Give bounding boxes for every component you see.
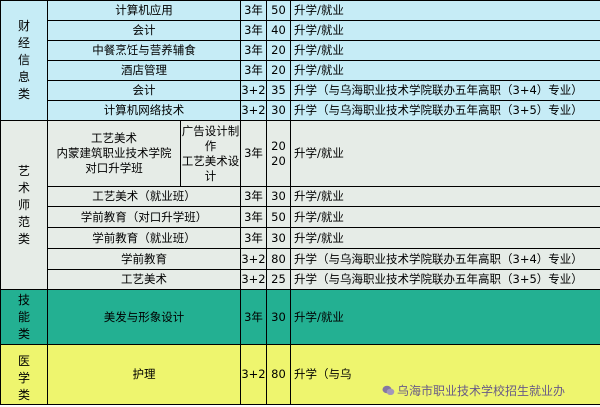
count-cell: 30 (266, 186, 291, 207)
count-cell: 35 (266, 80, 291, 101)
destination-cell: 升学/就业 (290, 0, 600, 21)
major-cell: 护理 (47, 344, 241, 405)
major-cell: 学前教育（对口升学班） (47, 206, 241, 228)
table-row: 工艺美术（就业班） 3年 30 升学/就业 (1, 186, 600, 207)
table-row: 酒店管理 3年 20 升学/就业 (1, 60, 600, 81)
major-cell: 工艺美术（就业班） (47, 186, 241, 207)
major-cell: 中餐烹饪与营养辅食 (47, 40, 241, 61)
count-cell: 50 (266, 0, 291, 21)
years-cell: 3年 (240, 186, 267, 207)
count-cell: 25 (266, 269, 291, 290)
years-cell: 3年 (240, 289, 267, 345)
count-cell: 40 (266, 20, 291, 41)
major-cell: 学前教育 (47, 248, 241, 270)
count-cell: 30 (266, 289, 291, 345)
years-cell: 3年 (240, 40, 267, 61)
years-cell: 3+2 (240, 80, 267, 101)
watermark-text: 乌海市职业技术学校招生就业办 (397, 384, 566, 398)
destination-cell: 升学/就业 (290, 40, 600, 61)
destination-cell: 升学/就业 (290, 120, 600, 187)
destination-cell: 升学/就业 (290, 20, 600, 41)
table-row: 学前教育 3+2 80 升学（与乌海职业技术学院联办五年高职（3+4）专业） (1, 248, 600, 270)
count-text: 20 20 (271, 138, 286, 168)
destination-cell: 升学（与乌海职业技术学院联办五年高职（3+4）专业） (290, 80, 600, 101)
years-cell: 3年 (240, 206, 267, 228)
destination-cell: 升学（与乌海职业技术学院联办五年高职（3+5）专业） (290, 100, 600, 121)
destination-cell: 升学/就业 (290, 227, 600, 249)
category-finance: 财经信息类 (0, 0, 48, 121)
table-row: 计算机网络技术 3+2 30 升学（与乌海职业技术学院联办五年高职（3+5）专业… (1, 100, 600, 121)
table-row: 工艺美术 3+2 25 升学（与乌海职业技术学院联办五年高职（3+5）专业） (1, 269, 600, 290)
years-cell: 3+2 (240, 248, 267, 270)
destination-cell: 升学/就业 (290, 60, 600, 81)
count-cell: 50 (266, 206, 291, 228)
count-cell: 30 (266, 100, 291, 121)
count-cell: 20 (266, 40, 291, 61)
count-cell: 20 (266, 60, 291, 81)
years-cell: 3年 (240, 120, 267, 187)
table-row: 艺术师范类 工艺美术 内蒙建筑职业技术学院对口升学班 广告设计制作 工艺美术设计… (0, 120, 600, 290)
count-cell: 20 20 (266, 120, 291, 187)
major-cell: 计算机应用 (47, 0, 241, 21)
major-cell: 酒店管理 (47, 60, 241, 81)
years-cell: 3年 (240, 0, 267, 21)
destination-cell: 升学/就业 (290, 206, 600, 228)
category-art: 艺术师范类 (0, 120, 48, 290)
sub-major-cell: 广告设计制作 工艺美术设计 (180, 120, 241, 187)
table-row: 技能类 美发与形象设计 3年 30 升学/就业 (0, 289, 600, 345)
years-cell: 3+2 (240, 100, 267, 121)
destination-cell: 升学（与乌海职业技术学院联办五年高职（3+4）专业） (290, 248, 600, 270)
years-cell: 3+2 (240, 344, 267, 405)
major-cell: 工艺美术 内蒙建筑职业技术学院对口升学班 (47, 120, 181, 187)
destination-cell: 升学（与乌海职业技术学院联办五年高职（3+5）专业） (290, 269, 600, 290)
table-row: 会计 3+2 35 升学（与乌海职业技术学院联办五年高职（3+4）专业） (1, 80, 600, 101)
destination-cell: 升学/就业 (290, 289, 600, 345)
table-row: 学前教育（对口升学班） 3年 50 升学/就业 (1, 206, 600, 228)
major-text: 工艺美术 内蒙建筑职业技术学院对口升学班 (56, 131, 172, 175)
category-skill: 技能类 (0, 289, 48, 345)
category-medical: 医学类 (0, 344, 48, 405)
years-cell: 3年 (240, 60, 267, 81)
table-row: 会计 3年 40 升学/就业 (1, 20, 600, 41)
table-row: 学前教育（就业班） 3年 30 升学/就业 (1, 227, 600, 249)
destination-cell: 升学/就业 (290, 186, 600, 207)
major-cell: 计算机网络技术 (47, 100, 241, 121)
major-cell: 会计 (47, 20, 241, 41)
watermark: 乌海市职业技术学校招生就业办 (382, 382, 565, 399)
major-cell: 学前教育（就业班） (47, 227, 241, 249)
table-row: 中餐烹饪与营养辅食 3年 20 升学/就业 (1, 40, 600, 61)
years-cell: 3年 (240, 227, 267, 249)
count-cell: 80 (266, 344, 291, 405)
count-cell: 30 (266, 227, 291, 249)
major-cell: 美发与形象设计 (47, 289, 241, 345)
table-row: 财经信息类 计算机应用 3年 50 升学/就业 (0, 0, 600, 121)
enrollment-table: 财经信息类 计算机应用 3年 50 升学/就业 会计 3年 40 升学/就业 中… (0, 0, 600, 405)
count-cell: 80 (266, 248, 291, 270)
wechat-icon (382, 385, 395, 395)
years-cell: 3年 (240, 20, 267, 41)
years-cell: 3+2 (240, 269, 267, 290)
major-cell: 工艺美术 (47, 269, 241, 290)
sub-major-text: 广告设计制作 工艺美术设计 (181, 123, 240, 183)
major-cell: 会计 (47, 80, 241, 101)
